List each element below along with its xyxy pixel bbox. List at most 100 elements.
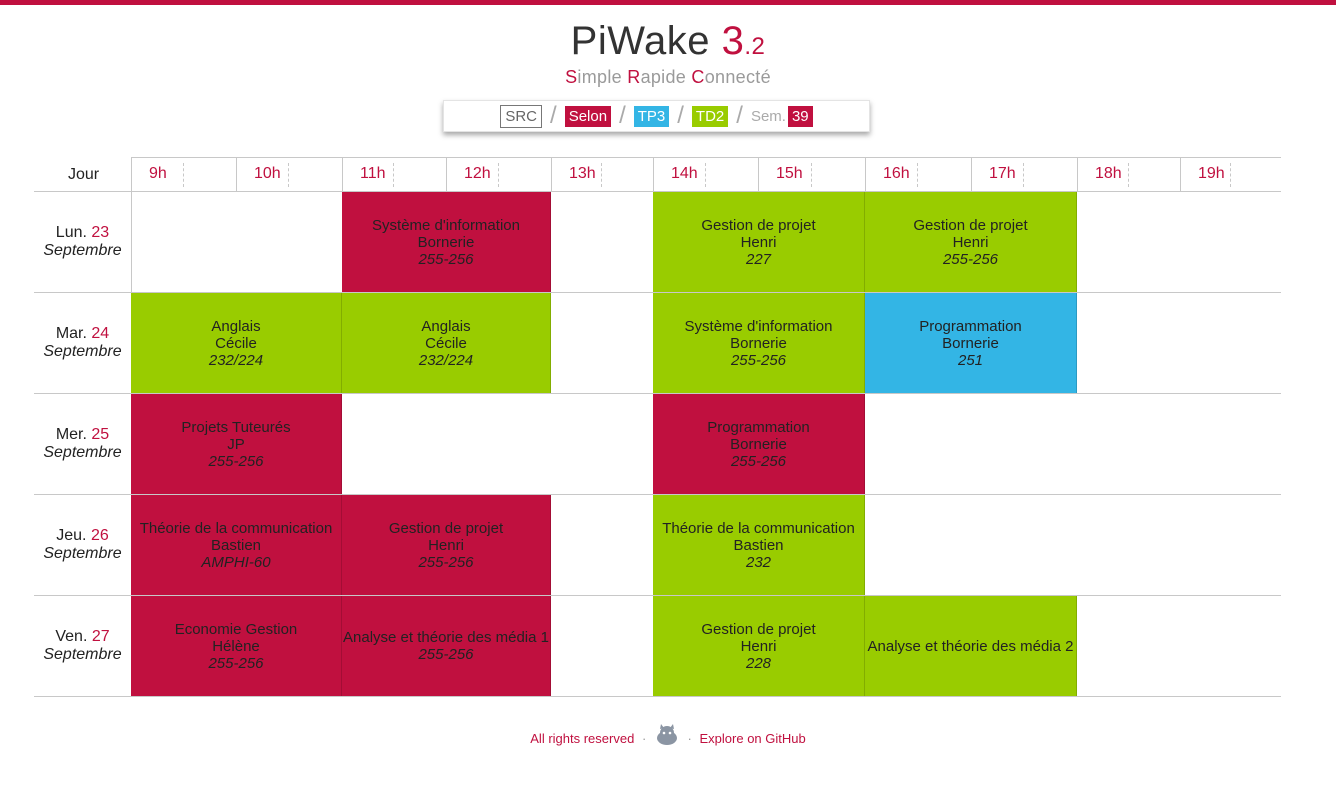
hour-label-9h: 9h: [149, 165, 167, 182]
course-cell[interactable]: Economie Gestion Hélène 255-256: [131, 596, 342, 696]
divider: /: [619, 102, 626, 129]
top-accent-bar: [0, 0, 1336, 5]
course-cell[interactable]: Analyse et théorie des média 1 255-256: [342, 596, 551, 696]
course-cell[interactable]: Anglais Cécile 232/224: [342, 293, 551, 393]
course-title: Gestion de projet: [701, 216, 816, 234]
course-title: Analyse et théorie des média 1: [343, 629, 549, 646]
course-title: Economie Gestion: [174, 620, 298, 638]
week-selector[interactable]: 39: [787, 105, 813, 127]
course-teacher: Bornerie: [942, 334, 999, 352]
app-title: PiWake 3.2: [0, 18, 1336, 70]
course-room: 232/224: [208, 351, 264, 369]
half-hour-tick: [1230, 163, 1231, 187]
grid-line: [653, 157, 654, 191]
course-room: 255-256: [942, 250, 999, 268]
half-hour-tick: [917, 163, 918, 187]
course-room: 228: [745, 654, 772, 672]
course-cell[interactable]: Théorie de la communication Bastien 232: [653, 495, 865, 595]
course-room: 255-256: [418, 553, 474, 571]
version-minor: .2: [744, 33, 766, 60]
half-hour-tick: [288, 163, 289, 187]
course-teacher: Cécile: [425, 334, 467, 352]
course-title: Gestion de projet: [701, 620, 816, 638]
half-hour-tick: [183, 163, 184, 187]
course-cell[interactable]: Système d'information Bornerie 255-256: [342, 192, 551, 292]
course-cell[interactable]: Gestion de projet Henri 227: [653, 192, 865, 292]
octocat-icon[interactable]: [654, 724, 680, 746]
grid-line: [1077, 157, 1078, 191]
half-hour-tick: [1023, 163, 1024, 187]
hour-label-18h: 18h: [1095, 165, 1122, 182]
course-title: Système d'information: [684, 317, 833, 335]
course-teacher: Bornerie: [417, 233, 475, 251]
tp-selector[interactable]: TP3: [633, 105, 670, 127]
course-title: Analyse et théorie des média 2: [867, 637, 1074, 655]
course-cell[interactable]: Gestion de projet Henri 255-256: [342, 495, 551, 595]
course-cell[interactable]: Programmation Bornerie 251: [865, 293, 1077, 393]
course-teacher: JP: [227, 435, 245, 453]
course-title: Gestion de projet: [388, 519, 504, 537]
hour-label-10h: 10h: [254, 165, 281, 182]
day-label: Mer. 25 Septembre: [43, 426, 122, 461]
half-hour-tick: [1128, 163, 1129, 187]
day-label: Jeu. 26 Septembre: [43, 527, 122, 562]
course-cell[interactable]: Projets Tuteurés JP 255-256: [131, 394, 342, 494]
course-cell[interactable]: Analyse et théorie des média 2: [865, 596, 1077, 696]
course-teacher: Bornerie: [730, 334, 787, 352]
day-label: Mar. 24 Septembre: [43, 325, 122, 360]
grid-line: [342, 157, 343, 191]
hour-label-17h: 17h: [989, 165, 1016, 182]
half-hour-tick: [705, 163, 706, 187]
course-cell[interactable]: Théorie de la communication Bastien AMPHI-…: [131, 495, 342, 595]
hour-label-15h: 15h: [776, 165, 803, 182]
course-cell[interactable]: Programmation Bornerie 255-256: [653, 394, 865, 494]
course-title: Système d'information: [372, 216, 520, 234]
hour-label-13h: 13h: [569, 165, 596, 182]
grid-line: [865, 157, 866, 191]
hour-label-16h: 16h: [883, 165, 910, 182]
course-title: Théorie de la communication: [139, 519, 333, 537]
hour-label-11h: 11h: [360, 165, 386, 182]
course-cell[interactable]: Gestion de projet Henri 228: [653, 596, 865, 696]
rights-text: All rights reserved: [530, 731, 635, 746]
course-title: Gestion de projet: [913, 216, 1028, 234]
tagline: Simple Rapide Connecté: [565, 67, 771, 87]
grid-line: [446, 157, 447, 191]
divider: /: [550, 102, 557, 129]
course-room: 255-256: [418, 646, 474, 663]
course-teacher: Henri: [740, 233, 777, 251]
github-link[interactable]: Explore on GitHub: [700, 731, 806, 746]
course-cell[interactable]: Gestion de projet Henri 255-256: [865, 192, 1077, 292]
week-label: Sem.: [750, 107, 786, 125]
course-teacher: Cécile: [215, 334, 257, 352]
course-room: 255-256: [208, 452, 264, 470]
day-label: Ven. 27 Septembre: [43, 628, 122, 663]
grid-line: [1180, 157, 1181, 191]
course-cell[interactable]: Système d'information Bornerie 255-256: [653, 293, 865, 393]
course-teacher: Henri: [952, 233, 989, 251]
version-major: 3: [721, 19, 745, 63]
grid-line: [551, 157, 552, 191]
grid-line: [131, 157, 132, 191]
half-hour-tick: [811, 163, 812, 187]
course-room: 255-256: [730, 452, 787, 470]
course-title: Anglais: [421, 317, 471, 335]
course-title: Programmation: [707, 418, 810, 436]
course-teacher: Bastien: [210, 536, 262, 554]
course-room: 227: [745, 250, 772, 268]
half-hour-tick: [601, 163, 602, 187]
group-selector-button[interactable]: Selon: [564, 105, 612, 127]
department-selector[interactable]: SRC: [500, 104, 543, 128]
grid-line: [236, 157, 237, 191]
course-room: 232: [745, 553, 772, 571]
course-teacher: Henri: [740, 637, 777, 655]
td-selector[interactable]: TD2: [691, 105, 729, 127]
course-room: 255-256: [208, 654, 264, 672]
grid-line: [34, 696, 1281, 697]
day-column-header: Jour: [68, 166, 100, 183]
course-cell[interactable]: Anglais Cécile 232/224: [131, 293, 342, 393]
course-title: Théorie de la communication: [662, 519, 855, 537]
grid-line: [131, 157, 1281, 158]
hour-label-19h: 19h: [1198, 165, 1225, 182]
hour-label-12h: 12h: [464, 165, 491, 182]
